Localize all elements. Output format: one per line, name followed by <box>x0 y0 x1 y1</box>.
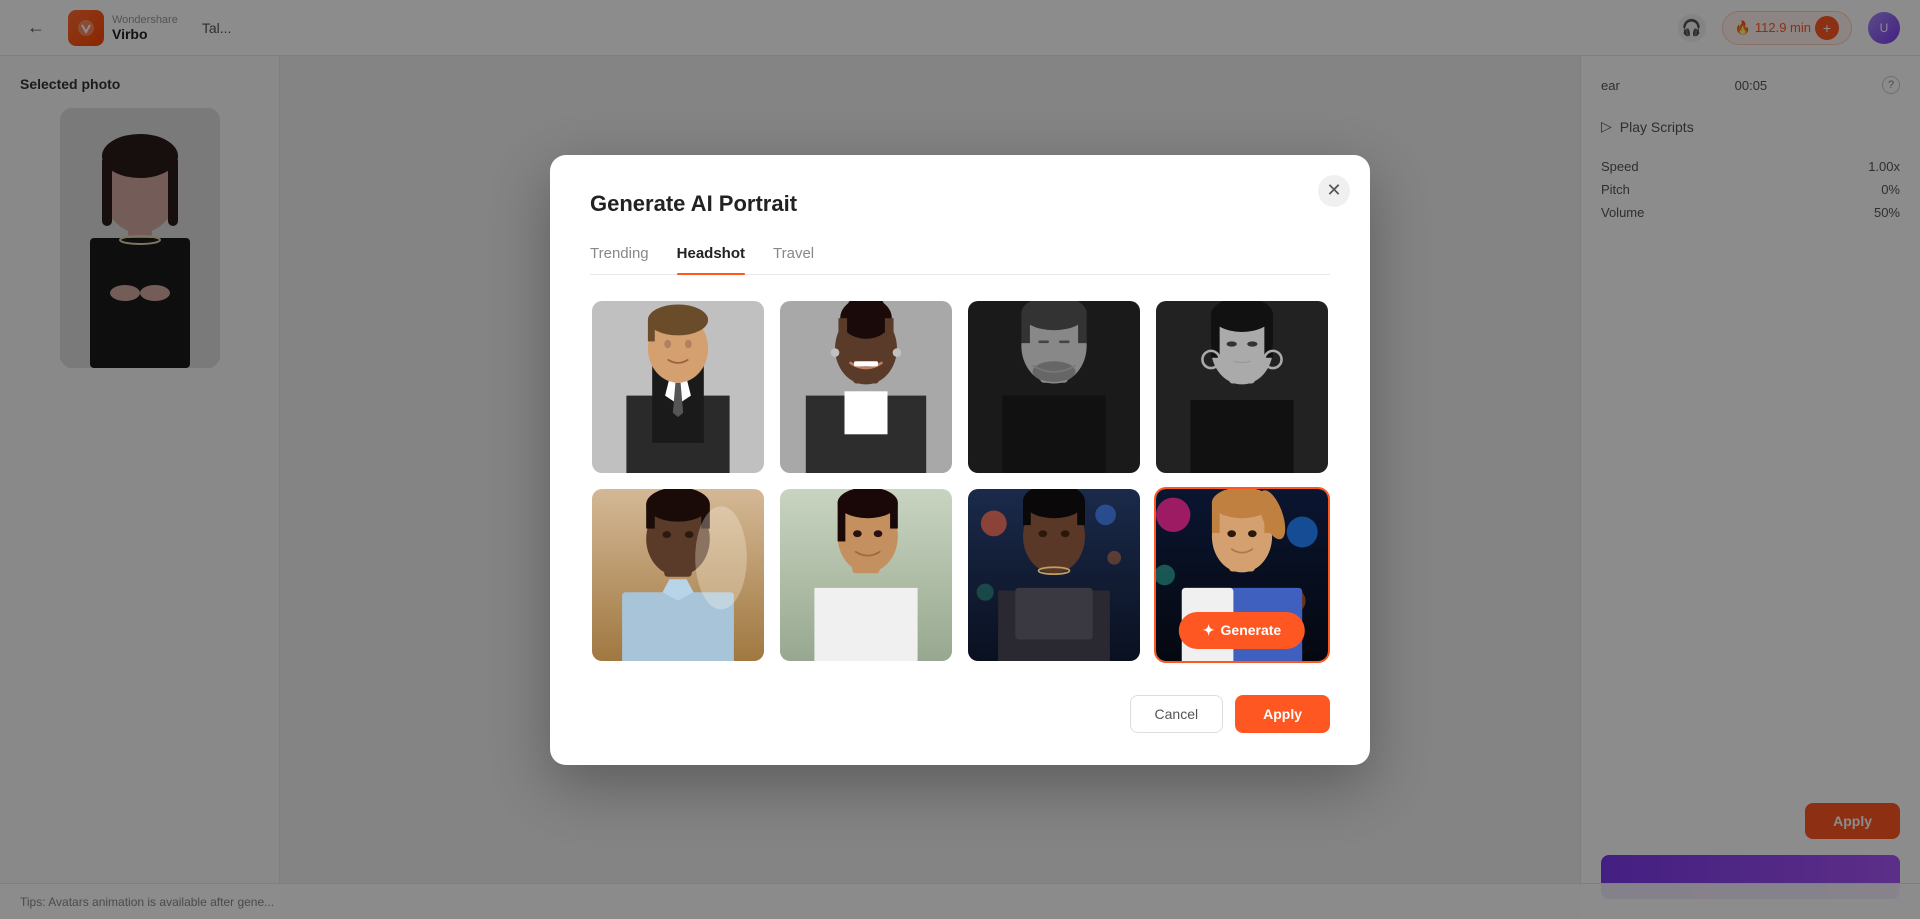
modal-footer: Cancel Apply <box>590 695 1330 733</box>
cancel-button[interactable]: Cancel <box>1130 695 1224 733</box>
image-grid: ✦ Generate <box>590 299 1330 663</box>
portrait-card-2[interactable] <box>778 299 954 475</box>
generate-icon: ✦ <box>1203 622 1215 639</box>
generate-button[interactable]: ✦ Generate <box>1179 612 1305 649</box>
tab-trending[interactable]: Trending <box>590 245 649 274</box>
tab-travel[interactable]: Travel <box>773 245 814 274</box>
modal-tabs: Trending Headshot Travel <box>590 245 1330 275</box>
portrait-card-1[interactable] <box>590 299 766 475</box>
portrait-card-7[interactable] <box>966 487 1142 663</box>
portrait-card-3[interactable] <box>966 299 1142 475</box>
modal-title: Generate AI Portrait <box>590 191 1330 217</box>
portrait-card-6[interactable] <box>778 487 954 663</box>
portrait-card-4[interactable] <box>1154 299 1330 475</box>
modal-close-button[interactable]: ✕ <box>1318 175 1350 207</box>
generate-label: Generate <box>1221 622 1282 638</box>
tab-headshot[interactable]: Headshot <box>677 245 745 274</box>
modal-overlay: ✕ Generate AI Portrait Trending Headshot… <box>0 0 1920 919</box>
app-background: ← Wondershare Virbo Tal... 🎧 🔥 112.9 min… <box>0 0 1920 919</box>
portrait-card-8[interactable]: ✦ Generate <box>1154 487 1330 663</box>
modal-dialog: ✕ Generate AI Portrait Trending Headshot… <box>550 155 1370 765</box>
modal-apply-button[interactable]: Apply <box>1235 695 1330 733</box>
portrait-card-5[interactable] <box>590 487 766 663</box>
